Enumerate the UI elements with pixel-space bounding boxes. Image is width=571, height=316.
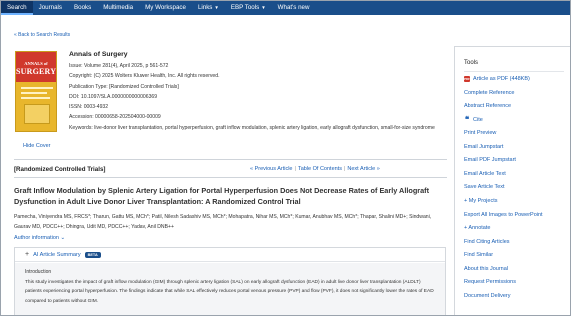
cover-stripe — [21, 97, 50, 99]
tools-divider — [464, 71, 564, 72]
tool-find-similar[interactable]: Find Similar — [464, 252, 493, 258]
cover-title-line2: SURGERY — [16, 67, 57, 76]
ai-article-summary: + AI Article Summary BETA Introduction T… — [14, 247, 446, 315]
tool-abstract-reference[interactable]: Abstract Reference — [464, 103, 511, 109]
tool-label: Print Preview — [464, 130, 497, 137]
nav-separator: | — [294, 166, 296, 172]
tool-label: Email PDF Jumpstart — [464, 157, 516, 164]
tool-complete-reference[interactable]: Complete Reference — [464, 90, 514, 96]
tool-save-article-text[interactable]: Save Article Text — [464, 184, 505, 190]
top-nav: Search Journals Books Multimedia My Work… — [1, 1, 570, 15]
nav-ebp-tools[interactable]: EBP Tools ▼ — [225, 1, 272, 15]
tool-email-jumpstart[interactable]: Email Jumpstart — [464, 144, 503, 150]
cover-stripe — [21, 92, 47, 94]
tool-label: + Annotate — [464, 225, 491, 232]
table-of-contents-link[interactable]: Table Of Contents — [298, 166, 342, 172]
nav-links-label: Links — [197, 4, 213, 11]
tool-label: Abstract Reference — [464, 103, 512, 110]
copyright-info: Copyright: (C) 2025 Wolters Kluwer Healt… — [69, 73, 220, 80]
nav-links[interactable]: Links ▼ — [192, 1, 225, 15]
nav-whats-new[interactable]: What's new — [272, 1, 316, 15]
tool-label: Document Delivery — [464, 292, 511, 299]
previous-article-link[interactable]: « Previous Article — [250, 166, 293, 172]
page-frame: Search Journals Books Multimedia My Work… — [0, 0, 571, 316]
intro-heading: Introduction — [25, 269, 52, 275]
journal-metadata: Annals of Surgery Issue: Volume 281(4), … — [69, 51, 449, 133]
tool-label: Complete Reference — [464, 89, 515, 96]
article-type-label: [Randomized Controlled Trials] — [14, 166, 106, 173]
nav-books[interactable]: Books — [68, 1, 97, 15]
pdf-icon: PDF — [464, 76, 470, 82]
issn-info: ISSN: 0003-4932 — [69, 104, 109, 111]
tool-article-as-pdf-448kb[interactable]: PDF Article as PDF (448KB) — [464, 76, 530, 82]
chevron-down-icon: ▼ — [261, 5, 266, 10]
nav-multimedia[interactable]: Multimedia — [97, 1, 139, 15]
back-to-search-link[interactable]: « Back to Search Results — [14, 32, 70, 38]
tool-email-pdf-jumpstart[interactable]: Email PDF Jumpstart — [464, 157, 516, 163]
article-authors: Pamecha, Viniyendra MS, FRCS*; Tharun, G… — [14, 214, 432, 231]
tools-title: Tools — [464, 60, 479, 66]
publication-type: Publication Type: [Randomized Controlled… — [69, 83, 179, 90]
section-divider — [14, 177, 447, 178]
journal-name: Annals of Surgery — [69, 51, 128, 58]
tool-about-this-journal[interactable]: About this Journal — [464, 266, 508, 272]
ai-summary-label[interactable]: AI Article Summary — [33, 252, 81, 258]
doi-info: DOI: 10.1097/SLA.0000000000006369 — [69, 93, 158, 100]
tool-label: Find Similar — [464, 252, 494, 259]
tool-document-delivery[interactable]: Document Delivery — [464, 293, 510, 299]
tool-label: Find Citing Articles — [464, 238, 510, 245]
tool-find-citing-articles[interactable]: Find Citing Articles — [464, 239, 510, 245]
nav-search[interactable]: Search — [1, 1, 33, 15]
tool-email-article-text[interactable]: Email Article Text — [464, 171, 506, 177]
tool-label: Request Permissions — [464, 279, 516, 286]
quote-icon: ❝ — [464, 114, 470, 124]
tool-label: Save Article Text — [464, 184, 505, 191]
author-information-toggle[interactable]: Author information ⌄ — [14, 235, 65, 241]
tool-cite[interactable]: ❝ Cite — [464, 114, 483, 124]
tool-print-preview[interactable]: Print Preview — [464, 130, 496, 136]
tool-request-permissions[interactable]: Request Permissions — [464, 279, 516, 285]
tool-label: + My Projects — [464, 197, 498, 204]
nav-journals[interactable]: Journals — [33, 1, 68, 15]
tool-label: About this Journal — [464, 265, 509, 272]
beta-badge: BETA — [84, 251, 101, 258]
keywords-info: Keywords: live-donor liver transplantati… — [69, 124, 435, 131]
accession-info: Accession: 00000658-202504000-00009 — [69, 114, 161, 121]
tools-sidebar: Tools PDF Article as PDF (448KB) Complete … — [454, 46, 570, 315]
section-divider — [14, 159, 447, 160]
article-title: Graft Inflow Modulation by Splenic Arter… — [14, 186, 430, 207]
cover-illustration — [24, 104, 50, 124]
hide-cover-link[interactable]: Hide Cover — [23, 143, 51, 149]
tool-export-all-images-to-powerpoint[interactable]: Export All Images to PowerPoint — [464, 212, 543, 218]
cover-stripe — [21, 87, 53, 89]
tool-annotate[interactable]: + Annotate — [464, 225, 490, 231]
tool-label: Email Article Text — [464, 170, 506, 177]
expand-icon[interactable]: + — [25, 251, 29, 258]
nav-ebp-tools-label: EBP Tools — [230, 4, 260, 11]
ai-summary-body: Introduction This study investigates the… — [15, 263, 445, 315]
issue-info: Issue: Volume 281(4), April 2025, p 561-… — [69, 63, 169, 69]
tool-label: Article as PDF (448KB) — [473, 76, 530, 82]
nav-separator: | — [343, 166, 346, 172]
ai-summary-header[interactable]: + AI Article Summary BETA — [15, 248, 445, 262]
tool-label: Cite — [473, 116, 483, 123]
tool-my-projects[interactable]: + My Projects — [464, 198, 497, 204]
cover-title-line1: ANNALS of — [24, 61, 48, 66]
article-navigation: « Previous Article | Table Of Contents | Nex… — [250, 166, 380, 172]
journal-cover-image: ANNALS of SURGERY — [15, 51, 57, 132]
tool-label: Export All Images to PowerPoint — [464, 211, 543, 218]
chevron-down-icon: ▼ — [214, 5, 219, 10]
intro-text: This study investigates the impact of gr… — [25, 280, 434, 304]
tool-label: Email Jumpstart — [464, 143, 504, 150]
next-article-link[interactable]: Next Article » — [347, 166, 379, 172]
nav-my-workspace[interactable]: My Workspace — [139, 1, 192, 15]
